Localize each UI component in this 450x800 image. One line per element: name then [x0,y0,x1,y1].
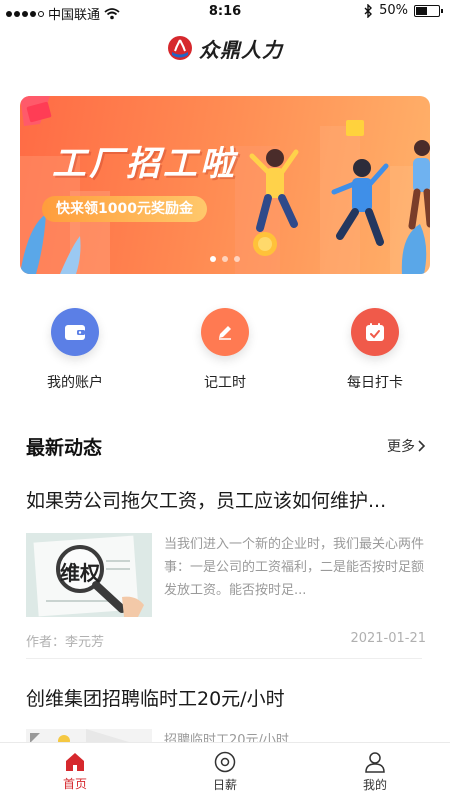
tab-home-label: 首页 [62,776,87,791]
pager-dot [222,256,228,262]
article-body: 维权 当我们进入一个新的企业时，我们最关心两件事：一是公司的工资福利，二是能否按… [26,533,426,617]
tab-mine-label: 我的 [362,777,387,792]
coin-icon [214,751,236,772]
brand-logo-icon [168,36,192,60]
article-thumbnail: 维权 [26,533,152,617]
banner-pager [20,256,430,262]
log-hours-button[interactable]: 记工时 [150,308,300,392]
bluetooth-icon [364,3,373,18]
article-title: 创维集团招聘临时工20元/小时 [26,688,285,710]
news-section-header: 最新动态 更多 [26,432,426,460]
chevron-right-icon [418,440,426,452]
battery-percent: 50% [379,3,408,18]
tab-daily-pay[interactable]: 日薪 [150,743,300,800]
status-bar: 中国联通 8:16 50% [0,0,450,24]
daily-checkin-button[interactable]: 每日打卡 [300,308,450,392]
brand-name: 众鼎人力 [199,37,283,62]
article-meta: 作者：李元芳 2021-01-21 [26,631,426,650]
thumbnail-text: 维权 [60,561,100,585]
article-divider [26,658,422,659]
battery-level [416,6,427,15]
more-link-label: 更多 [387,439,415,455]
bottom-tab-bar: 首页 日薪 我的 [0,742,450,800]
quick-actions: 我的账户 记工时 每日打卡 [0,308,450,392]
article-title: 如果劳公司拖欠工资，员工应该如何维护... [26,490,387,512]
article-excerpt: 当我们进入一个新的企业时，我们最关心两件事：一是公司的工资福利，二是能否按时足额… [164,537,425,598]
pager-dot [234,256,240,262]
wallet-icon [51,308,99,356]
more-link[interactable]: 更多 [387,436,426,456]
user-icon [365,751,385,773]
status-right: 50% [363,3,443,18]
daily-checkin-label: 每日打卡 [347,375,403,391]
app-header: 众鼎人力 [0,30,450,66]
tab-daily-pay-label: 日薪 [212,777,237,792]
news-section-title: 最新动态 [26,436,103,459]
article-date: 2021-01-21 [350,631,426,646]
calendar-check-icon [351,308,399,356]
article-author: 作者：李元芳 [26,635,105,650]
pencil-icon [201,308,249,356]
home-icon [66,752,84,771]
tab-home[interactable]: 首页 [0,743,150,800]
banner-title: 工厂招工啦 [52,144,237,184]
news-article[interactable]: 如果劳公司拖欠工资，员工应该如何维护... 维权 当我们进入一个新的企业时，我们… [26,486,426,650]
battery-icon [414,4,443,17]
my-account-label: 我的账户 [47,375,103,391]
pager-dot [210,256,216,262]
banner-illustration [20,96,430,274]
promo-banner[interactable]: 工厂招工啦 快来领1000元奖励金 [20,96,430,274]
log-hours-label: 记工时 [204,375,246,391]
tab-mine[interactable]: 我的 [300,743,450,800]
banner-subtitle: 快来领1000元奖励金 [42,196,207,222]
my-account-button[interactable]: 我的账户 [0,308,150,392]
